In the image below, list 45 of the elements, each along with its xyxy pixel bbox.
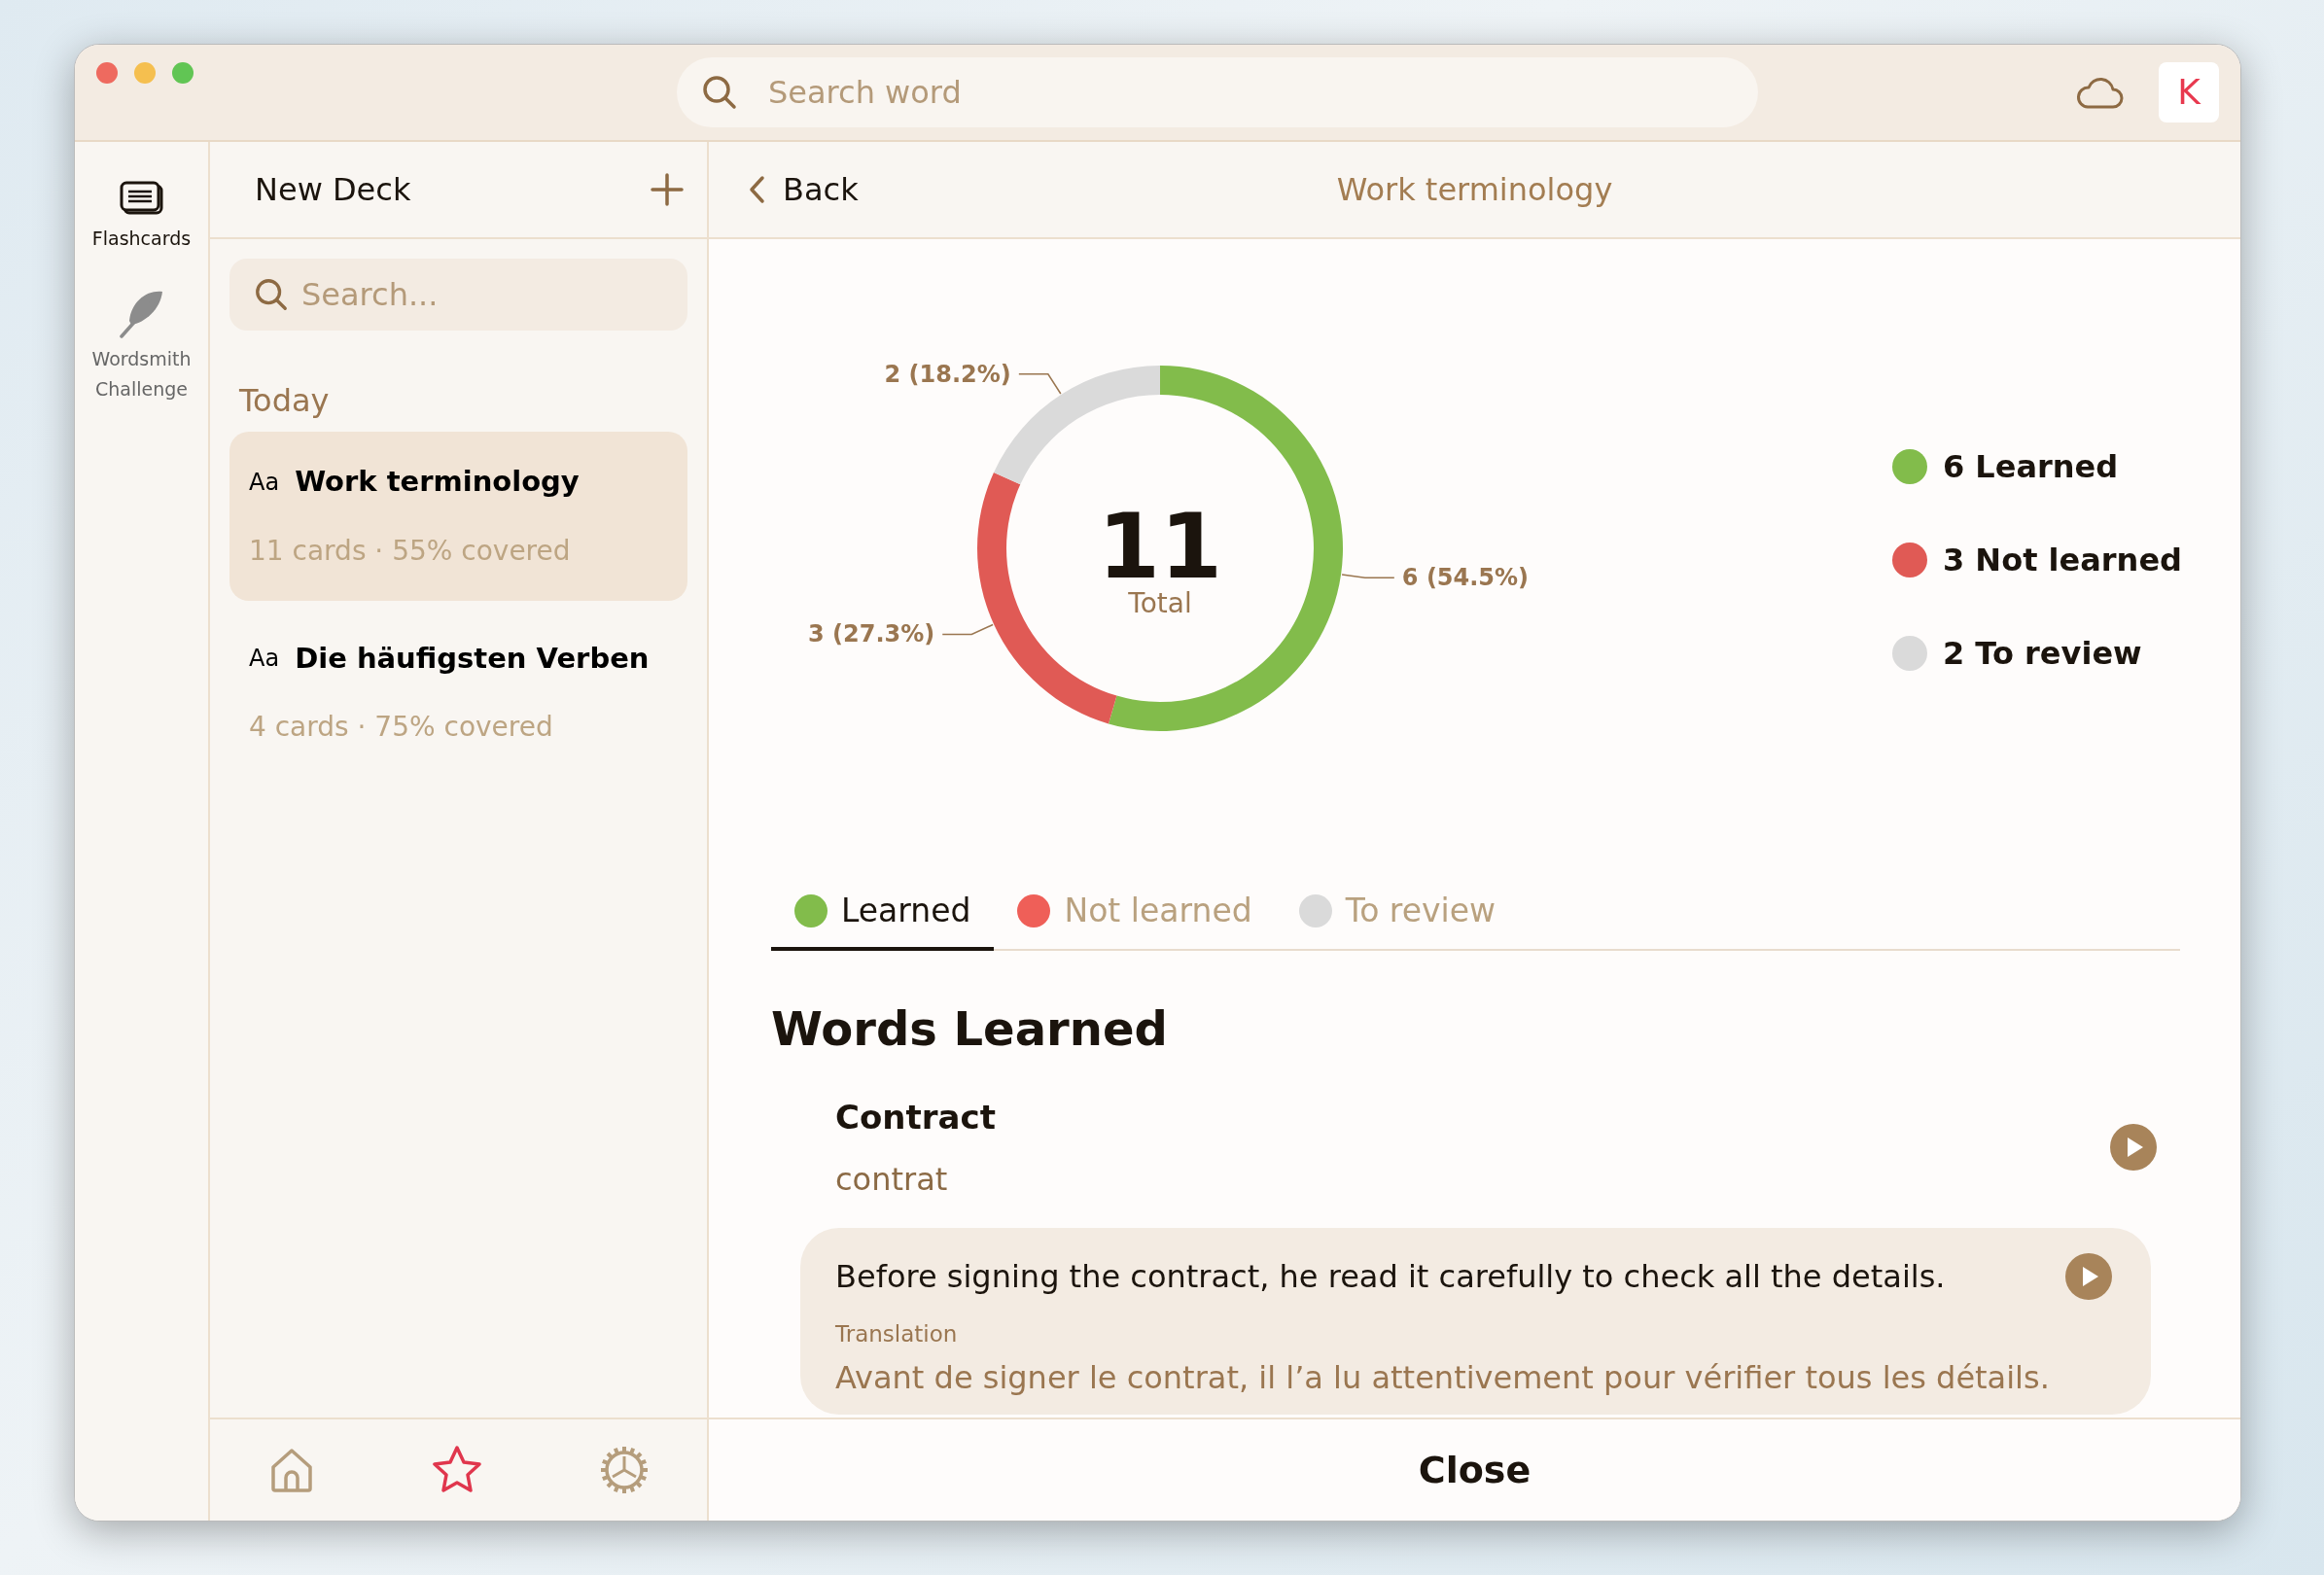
word-translation: contrat (835, 1159, 949, 1200)
search-field[interactable]: Search word (677, 57, 1758, 127)
tab[interactable]: Learned (771, 873, 995, 951)
play-icon[interactable] (2065, 1252, 2112, 1300)
legend-label: 6 Learned (1942, 447, 2119, 487)
deck-item[interactable]: Aa Die häufigsten Verben 4 cards · 75% covered (229, 608, 687, 777)
add-button[interactable] (651, 173, 684, 206)
section-heading: Words Learned (771, 999, 1169, 1058)
word-term: Contract (835, 1096, 996, 1138)
deck-name: Work terminology (295, 464, 580, 500)
cards-icon (118, 179, 165, 218)
example-translation: Avant de signer le contrat, il l’a lu attentivement pour vérifier tous les détails. (835, 1358, 2051, 1398)
cloud-icon[interactable] (2075, 75, 2124, 110)
search-field[interactable]: Search... (229, 259, 687, 331)
zoom-button[interactable] (172, 62, 194, 84)
deck-title: New Deck (255, 170, 411, 210)
data-label: 3 (27.3%) (808, 620, 935, 648)
leader-line (1018, 373, 1062, 395)
text-icon: Aa (249, 641, 280, 677)
play-icon[interactable] (2110, 1124, 2157, 1171)
deck-name: Die häufigsten Verben (295, 640, 650, 677)
leader-line (1341, 574, 1395, 579)
chevron-left-icon (748, 175, 765, 204)
avatar[interactable]: K (2159, 62, 2219, 122)
deck-item[interactable]: Aa Work terminology 11 cards · 55% covered (229, 432, 687, 601)
translation-label: Translation (835, 1319, 959, 1348)
section-heading: Today (239, 381, 331, 421)
back-button[interactable]: Back (748, 166, 859, 213)
close-button[interactable] (96, 62, 118, 84)
deck-stats: 11 cards · 55% covered (249, 533, 572, 569)
text-icon: Aa (249, 464, 280, 500)
leader-line (941, 623, 994, 636)
plus-icon (651, 173, 684, 206)
rail-item[interactable]: Wordsmith Challenge (78, 288, 205, 404)
search-icon (700, 73, 739, 112)
deck-stats: 4 cards · 75% covered (249, 710, 554, 745)
data-label: 6 (54.5%) (1401, 564, 1530, 592)
legend-label: 3 Not learned (1942, 541, 2182, 580)
search-icon (253, 276, 290, 313)
data-label: 2 (18.2%) (884, 360, 1011, 388)
rail-item[interactable]: Flashcards (78, 179, 205, 254)
close-button[interactable]: Close (1412, 1441, 1537, 1499)
page-title: Work terminology (1336, 171, 1613, 208)
example-sentence: Before signing the contract, he read it carefully to check all the details. (835, 1256, 1946, 1297)
legend-label: 2 To review (1942, 634, 2142, 674)
